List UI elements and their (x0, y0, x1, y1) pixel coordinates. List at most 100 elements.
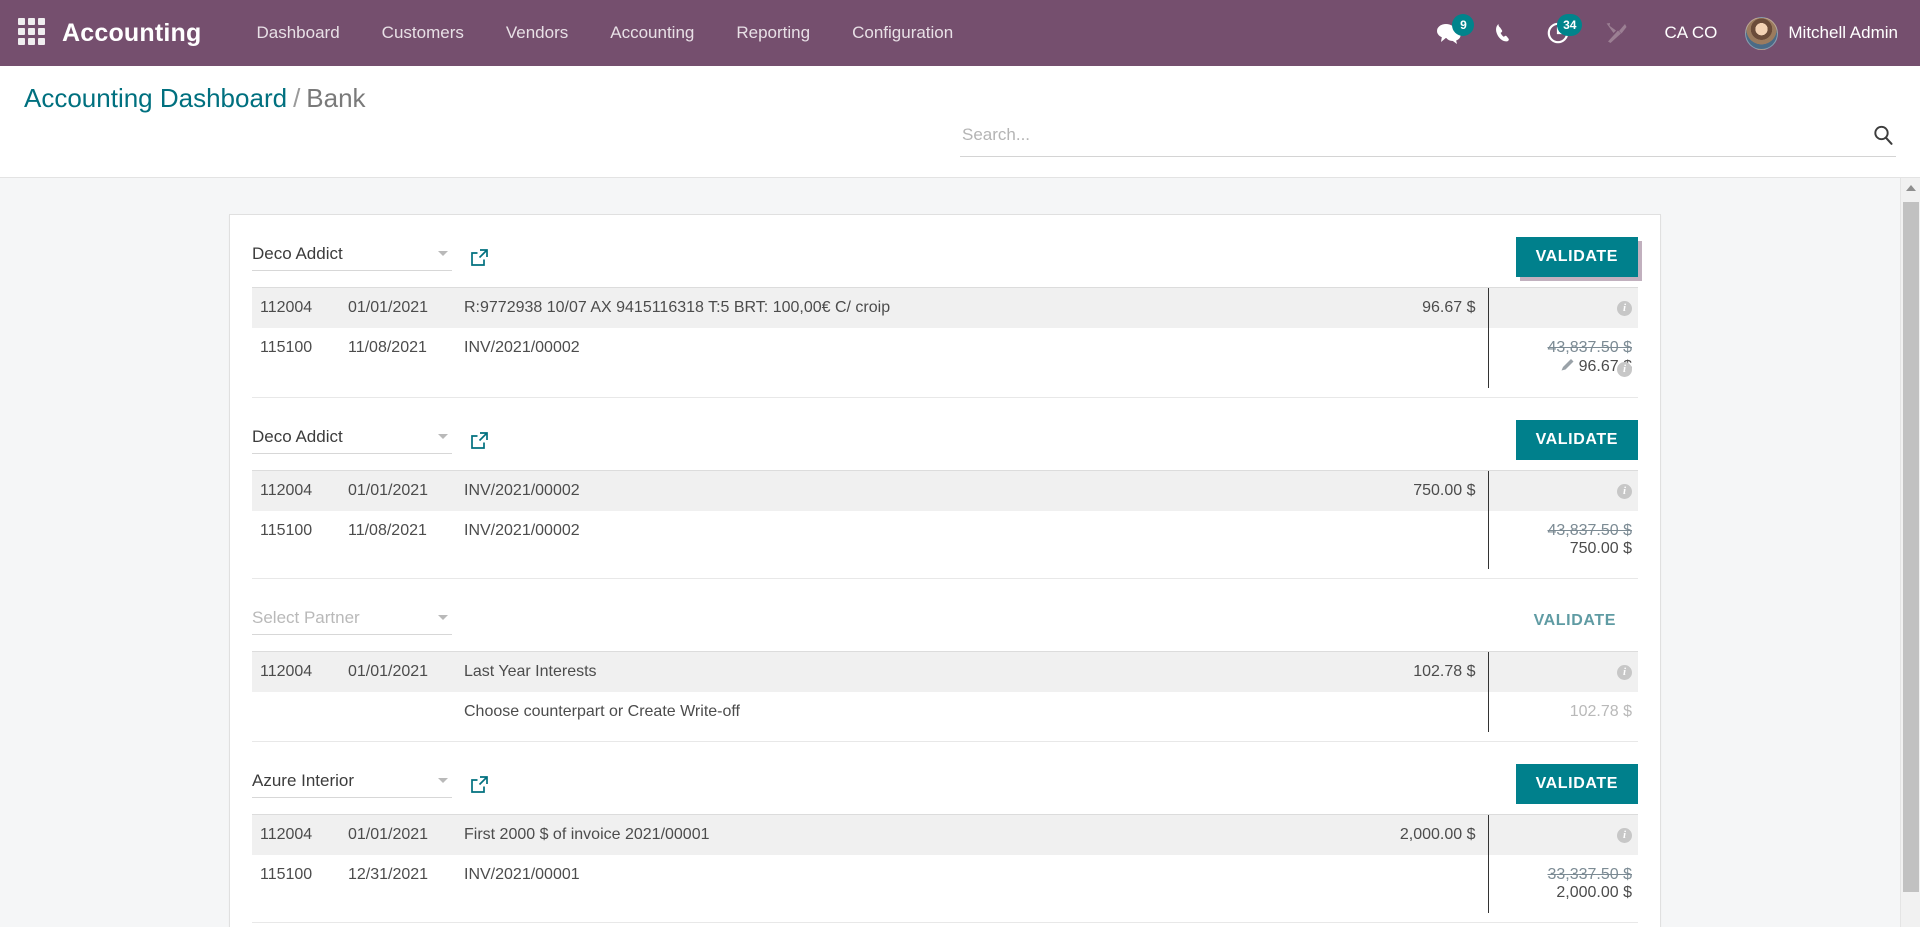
cell-amount: 96.67 $ (1348, 287, 1488, 328)
allocated-amount: 750.00 $ (1569, 540, 1632, 557)
validate-button[interactable]: VALIDATE (1515, 237, 1638, 277)
search-button[interactable] (1870, 124, 1896, 146)
company-switcher[interactable]: CA CO (1646, 23, 1735, 43)
validate-button[interactable]: VALIDATE (1515, 420, 1638, 460)
chevron-down-icon (438, 615, 448, 620)
card-divider (252, 732, 1638, 742)
cell-date: 01/01/2021 (342, 651, 458, 692)
main-menu: Dashboard Customers Vendors Accounting R… (236, 0, 975, 66)
scroll-up-arrow-icon[interactable] (1901, 178, 1920, 198)
cell-amount (1348, 511, 1488, 569)
cell-account: 112004 (252, 470, 342, 511)
menu-item-dashboard[interactable]: Dashboard (236, 0, 361, 66)
cell-date: 11/08/2021 (342, 511, 458, 569)
partner-name: Select Partner (252, 607, 360, 627)
partner-name: Deco Addict (252, 426, 343, 446)
cell-label: R:9772938 10/07 AX 9415116318 T:5 BRT: 1… (458, 287, 1348, 328)
allocated-amount: 2,000.00 $ (1556, 884, 1632, 901)
cell-date (342, 692, 458, 732)
cell-date: 11/08/2021 (342, 328, 458, 388)
menu-item-reporting[interactable]: Reporting (715, 0, 831, 66)
original-amount: 43,837.50 $ (1547, 522, 1632, 539)
menu-item-accounting[interactable]: Accounting (589, 0, 715, 66)
search-input[interactable] (960, 124, 1870, 146)
reconciliation-card: Deco Addict VALIDATE 112004 (230, 398, 1660, 579)
cell-label: INV/2021/00002 (458, 470, 1348, 511)
cell-date: 01/01/2021 (342, 287, 458, 328)
partner-select[interactable]: Select Partner (252, 608, 452, 635)
breadcrumb-item-bank: Bank (306, 83, 366, 113)
table-row[interactable]: 115100 11/08/2021 INV/2021/00002 43,837.… (252, 511, 1638, 569)
vertical-scrollbar[interactable] (1900, 178, 1920, 927)
card-divider (252, 569, 1638, 579)
cell-amount: 102.78 $ (1348, 651, 1488, 692)
cell-date: 01/01/2021 (342, 814, 458, 855)
cell-counterpart: 43,837.50 $ 750.00 $ (1487, 511, 1638, 569)
cell-account: 115100 (252, 328, 342, 388)
original-amount: 43,837.50 $ (1547, 339, 1632, 356)
cell-label: INV/2021/00002 (458, 511, 1348, 569)
info-icon[interactable]: i (1617, 665, 1632, 680)
original-amount: 33,337.50 $ (1547, 866, 1632, 883)
cell-label-placeholder[interactable]: Choose counterpart or Create Write-off (458, 692, 1348, 732)
card-divider (252, 388, 1638, 398)
scroll-thumb[interactable] (1903, 202, 1919, 892)
wrench-screwdriver-icon (1606, 23, 1627, 43)
cell-amount (1348, 855, 1488, 913)
pencil-icon[interactable] (1560, 357, 1575, 377)
validate-button[interactable]: VALIDATE (1515, 764, 1638, 804)
user-name-label: Mitchell Admin (1788, 23, 1898, 42)
top-navbar: Accounting Dashboard Customers Vendors A… (0, 0, 1920, 66)
info-icon[interactable]: i (1617, 828, 1632, 843)
phone-button[interactable] (1478, 0, 1530, 66)
app-brand-accounting[interactable]: Accounting (62, 19, 202, 48)
cell-label: INV/2021/00002 (458, 328, 1348, 388)
table-row[interactable]: 112004 01/01/2021 INV/2021/00002 750.00 … (252, 470, 1638, 511)
cell-amount: 2,000.00 $ (1348, 814, 1488, 855)
user-menu[interactable]: Mitchell Admin (1735, 16, 1898, 50)
info-icon[interactable]: i (1617, 484, 1632, 499)
menu-item-vendors[interactable]: Vendors (485, 0, 589, 66)
open-partner-external-link-icon[interactable] (470, 431, 489, 450)
reconciliation-lines-table: 112004 01/01/2021 First 2000 $ of invoic… (252, 814, 1638, 913)
partner-select[interactable]: Deco Addict (252, 427, 452, 454)
messages-button[interactable]: 9 (1420, 0, 1478, 66)
validate-button[interactable]: VALIDATE (1514, 601, 1638, 641)
cell-amount: 750.00 $ (1348, 470, 1488, 511)
info-icon[interactable]: i (1617, 301, 1632, 316)
reconciliation-lines-table: 112004 01/01/2021 R:9772938 10/07 AX 941… (252, 287, 1638, 388)
table-row[interactable]: 112004 01/01/2021 Last Year Interests 10… (252, 651, 1638, 692)
menu-item-configuration[interactable]: Configuration (831, 0, 974, 66)
open-partner-external-link-icon[interactable] (470, 248, 489, 267)
info-icon[interactable]: i (1617, 362, 1632, 377)
chevron-down-icon (438, 778, 448, 783)
chevron-down-icon (438, 251, 448, 256)
reconciliation-lines-table: 112004 01/01/2021 INV/2021/00002 750.00 … (252, 470, 1638, 569)
apps-grid-icon[interactable] (18, 18, 48, 48)
cell-account: 112004 (252, 287, 342, 328)
cell-label: Last Year Interests (458, 651, 1348, 692)
table-row[interactable]: 115100 11/08/2021 INV/2021/00002 43,837.… (252, 328, 1638, 388)
partner-name: Deco Addict (252, 243, 343, 263)
menu-item-customers[interactable]: Customers (361, 0, 485, 66)
debug-tools-button[interactable] (1586, 0, 1646, 66)
reconciliation-card-header: Deco Addict VALIDATE (252, 215, 1638, 287)
open-partner-external-link-icon[interactable] (470, 775, 489, 794)
table-row[interactable]: 112004 01/01/2021 First 2000 $ of invoic… (252, 814, 1638, 855)
allocated-amount-row[interactable]: 96.67 $ (1495, 357, 1632, 377)
cell-account: 112004 (252, 814, 342, 855)
breadcrumb-item-accounting-dashboard[interactable]: Accounting Dashboard (24, 83, 287, 113)
cell-account: 115100 (252, 511, 342, 569)
cell-label: First 2000 $ of invoice 2021/00001 (458, 814, 1348, 855)
table-row[interactable]: Choose counterpart or Create Write-off 1… (252, 692, 1638, 732)
reconciliation-card-header: Select Partner VALIDATE (252, 579, 1638, 651)
table-row[interactable]: 115100 12/31/2021 INV/2021/00001 33,337.… (252, 855, 1638, 913)
partner-select[interactable]: Deco Addict (252, 244, 452, 271)
reconciliation-card-header: Azure Interior VALIDATE (252, 742, 1638, 814)
activities-button[interactable]: 34 (1530, 0, 1586, 66)
reconciliation-card: Azure Interior VALIDATE 112004 01/01/202… (230, 742, 1660, 923)
content-area: Deco Addict VALIDATE 112004 01/01/2021 R… (0, 178, 1920, 927)
partner-select[interactable]: Azure Interior (252, 771, 452, 798)
table-row[interactable]: 112004 01/01/2021 R:9772938 10/07 AX 941… (252, 287, 1638, 328)
user-avatar (1745, 16, 1779, 50)
